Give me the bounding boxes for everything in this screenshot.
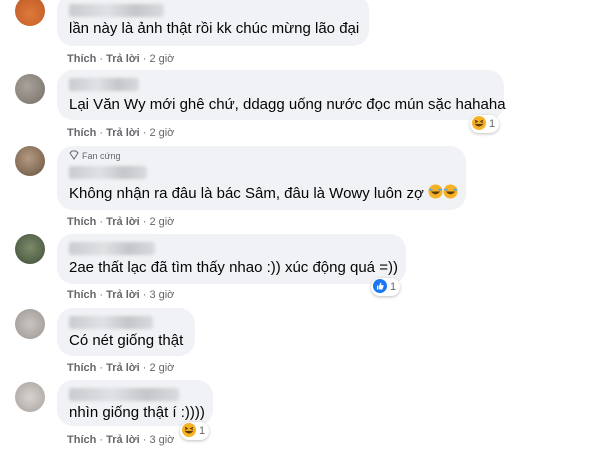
avatar[interactable] [15, 382, 45, 412]
commenter-name[interactable] [69, 166, 147, 179]
reply-link[interactable]: Trả lời [106, 362, 140, 374]
comment-text: lần này là ảnh thật rồi kk chúc mừng lão… [69, 20, 360, 37]
comment-text: Không nhận ra đâu là bác Sâm, đâu là Wow… [69, 184, 458, 204]
comment-actions: Thích · Trả lời · 3 giờ [67, 434, 175, 446]
like-link[interactable]: Thích [67, 434, 96, 446]
reaction-count: 1 [489, 118, 496, 130]
like-link[interactable]: Thích [67, 289, 96, 301]
like-link[interactable]: Thích [67, 127, 96, 139]
reply-link[interactable]: Trả lời [106, 434, 140, 446]
comment-bubble: Fan cứng Không nhận ra đâu là bác Sâm, đ… [57, 146, 466, 210]
comment-bubble: Có nét giống thật [57, 308, 195, 356]
commenter-name[interactable] [69, 78, 139, 91]
commenter-name[interactable] [69, 242, 155, 255]
reaction-count: 1 [199, 425, 206, 437]
reaction-count: 1 [390, 281, 397, 293]
like-link[interactable]: Thích [67, 216, 96, 228]
comment-time[interactable]: 2 giờ [149, 53, 174, 65]
badge-label: Fan cứng [82, 151, 121, 161]
comment-text-content: Không nhận ra đâu là bác Sâm, đâu là Wow… [69, 184, 424, 202]
comment-bubble: 2ae thất lạc đã tìm thấy nhao :)) xúc độ… [57, 234, 406, 284]
comment-time[interactable]: 2 giờ [149, 127, 174, 139]
reaction-summary[interactable]: 1 [180, 422, 210, 440]
reply-link[interactable]: Trả lời [106, 127, 140, 139]
diamond-icon [69, 150, 79, 162]
avatar[interactable] [15, 0, 45, 26]
rofl-emoji-icon [443, 184, 458, 204]
comment-actions: Thích · Trả lời · 2 giờ [67, 53, 175, 65]
comment-actions: Thích · Trả lời · 2 giờ [67, 216, 175, 228]
comment-bubble: Lại Văn Wy mới ghê chứ, ddagg uống nước … [57, 70, 506, 120]
comment-actions: Thích · Trả lời · 2 giờ [67, 362, 175, 374]
avatar[interactable] [15, 234, 45, 264]
comment-actions: Thích · Trả lời · 2 giờ [67, 127, 175, 139]
rofl-emoji-icon [428, 184, 443, 204]
like-link[interactable]: Thích [67, 53, 96, 65]
comment-text: nhìn giống thật í :)))) [69, 404, 205, 421]
comment-time[interactable]: 3 giờ [149, 289, 174, 301]
reaction-summary[interactable]: 1 [371, 278, 401, 296]
commenter-name[interactable] [69, 4, 164, 17]
comment-time[interactable]: 2 giờ [149, 362, 174, 374]
avatar[interactable] [15, 146, 45, 176]
reply-link[interactable]: Trả lời [106, 289, 140, 301]
reaction-summary[interactable]: 1 [470, 115, 500, 133]
reply-link[interactable]: Trả lời [106, 53, 140, 65]
fan-badge[interactable]: Fan cứng [69, 150, 121, 162]
comment-text: Lại Văn Wy mới ghê chứ, ddagg uống nước … [69, 96, 506, 113]
comment-actions: Thích · Trả lời · 3 giờ [67, 289, 175, 301]
avatar[interactable] [15, 309, 45, 339]
commenter-name[interactable] [69, 388, 179, 401]
like-link[interactable]: Thích [67, 362, 96, 374]
comment-text: 2ae thất lạc đã tìm thấy nhao :)) xúc độ… [69, 259, 398, 276]
comment-bubble: nhìn giống thật í :)))) [57, 380, 213, 426]
comment-text: Có nét giống thật [69, 332, 184, 349]
like-icon [373, 278, 387, 296]
comment-time[interactable]: 2 giờ [149, 216, 174, 228]
commenter-name[interactable] [69, 316, 153, 329]
haha-emoji-icon [182, 422, 196, 440]
reply-link[interactable]: Trả lời [106, 216, 140, 228]
avatar[interactable] [15, 74, 45, 104]
haha-emoji-icon [472, 115, 486, 133]
comment-time[interactable]: 3 giờ [149, 434, 174, 446]
comment-bubble: lần này là ảnh thật rồi kk chúc mừng lão… [57, 0, 369, 46]
